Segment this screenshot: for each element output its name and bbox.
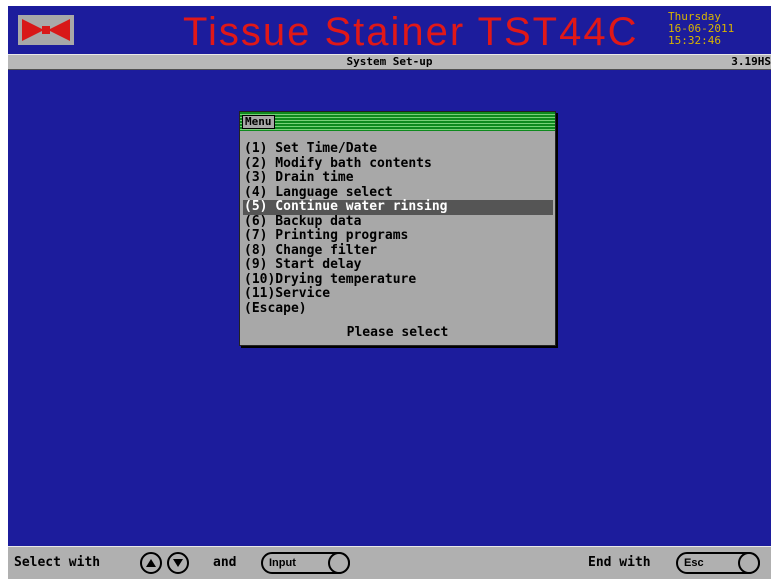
- select-with-label: Select with: [14, 555, 101, 570]
- menu-item-printing-programs[interactable]: (7) Printing programs: [243, 228, 553, 244]
- menu-item-service[interactable]: (11)Service: [243, 286, 553, 302]
- company-logo: [18, 15, 74, 45]
- menu-item-change-filter[interactable]: (8) Change filter: [243, 243, 553, 259]
- footer-bar: Select with and Input End with Esc: [8, 546, 771, 579]
- up-arrow-icon: [146, 559, 156, 567]
- menu-item-language-select[interactable]: (4) Language select: [243, 185, 553, 201]
- header: Tissue Stainer TST44C Thursday 16-06-201…: [8, 6, 771, 54]
- esc-key-label: Esc: [684, 557, 704, 569]
- esc-button[interactable]: Esc: [676, 552, 760, 574]
- input-key-label: Input: [269, 557, 296, 569]
- menu-item-drain-time[interactable]: (3) Drain time: [243, 170, 553, 186]
- input-key-circle: [328, 552, 350, 574]
- menu-item-modify-bath-contents[interactable]: (2) Modify bath contents: [243, 156, 553, 172]
- menu-item-drying-temperature[interactable]: (10)Drying temperature: [243, 272, 553, 288]
- page-title: System Set-up: [346, 55, 433, 68]
- menu-item-escape[interactable]: (Escape): [243, 301, 553, 317]
- clock-display: Thursday 16-06-2011 15:32:46: [668, 11, 734, 47]
- status-bar: System Set-up 3.19HS: [8, 54, 771, 70]
- version-label: 3.19HS: [731, 55, 771, 68]
- menu-prompt: Please select: [346, 325, 449, 340]
- time-label: 15:32:46: [668, 34, 721, 47]
- app-title: Tissue Stainer TST44C: [183, 10, 639, 54]
- menu-header: Menu: [240, 112, 555, 131]
- instrument-screen: Tissue Stainer TST44C Thursday 16-06-201…: [8, 6, 771, 579]
- up-button[interactable]: [140, 552, 162, 574]
- menu-item-start-delay[interactable]: (9) Start delay: [243, 257, 553, 273]
- input-button[interactable]: Input: [261, 552, 350, 574]
- end-with-label: End with: [588, 555, 651, 570]
- setup-menu: Menu (1) Set Time/Date (2) Modify bath c…: [239, 111, 556, 346]
- down-button[interactable]: [167, 552, 189, 574]
- esc-key-circle: [738, 552, 760, 574]
- down-arrow-icon: [173, 559, 183, 567]
- menu-list: (1) Set Time/Date (2) Modify bath conten…: [243, 141, 553, 317]
- menu-title: Menu: [242, 115, 275, 129]
- menu-item-backup-data[interactable]: (6) Backup data: [243, 214, 553, 230]
- and-label: and: [213, 555, 237, 570]
- menu-item-set-time-date[interactable]: (1) Set Time/Date: [243, 141, 553, 157]
- logo-icon: [22, 19, 70, 41]
- menu-item-continue-water-rinsing[interactable]: (5) Continue water rinsing: [243, 199, 553, 215]
